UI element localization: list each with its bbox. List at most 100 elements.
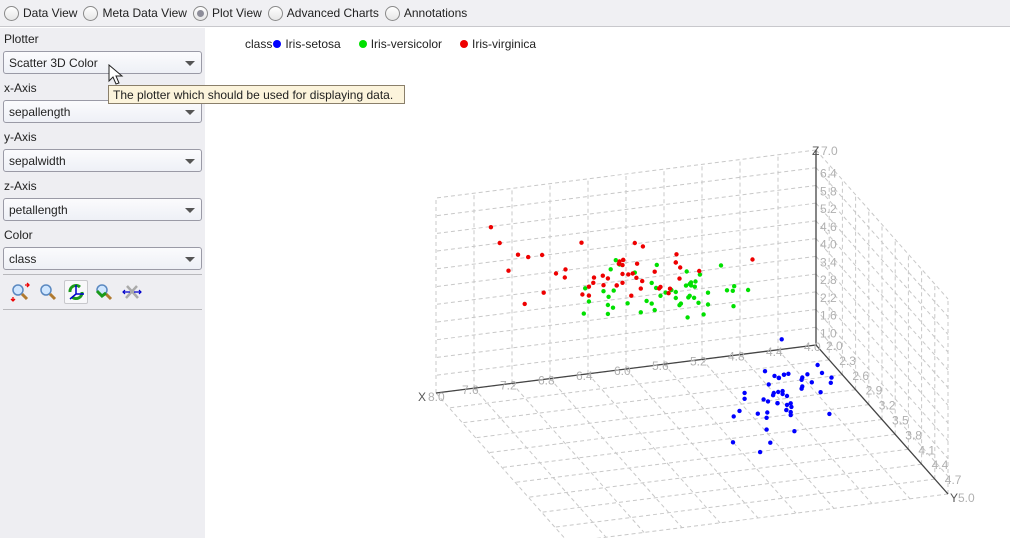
z-tick-label: 4.6	[820, 220, 837, 234]
data-point-iris-versicolor	[724, 288, 730, 293]
floor-gridline	[595, 493, 949, 538]
x-tick-label: 7.6	[462, 383, 479, 397]
data-point-iris-versicolor	[605, 311, 611, 317]
data-point-iris-setosa	[788, 409, 793, 415]
data-point-iris-virginica	[632, 240, 637, 246]
data-point-iris-setosa	[764, 415, 769, 420]
back-gridline	[435, 238, 817, 288]
data-point-iris-virginica	[666, 291, 671, 296]
data-point-iris-virginica	[497, 240, 502, 246]
x-tick-label: 5.2	[690, 354, 707, 368]
data-point-iris-versicolor	[649, 301, 654, 306]
data-point-iris-virginica	[591, 275, 597, 280]
data-point-iris-virginica	[617, 259, 622, 264]
y-tick-label: 5.0	[958, 491, 975, 505]
data-point-iris-setosa	[788, 401, 793, 406]
data-point-iris-virginica	[620, 271, 625, 277]
data-point-iris-virginica	[620, 280, 625, 285]
x-tick-label: 4.8	[728, 350, 745, 364]
data-point-iris-versicolor	[732, 284, 737, 289]
data-point-iris-versicolor	[625, 301, 630, 306]
data-point-iris-versicolor	[581, 311, 586, 316]
x-tick-label: 6.8	[538, 374, 555, 388]
data-point-iris-virginica	[562, 275, 567, 280]
data-point-iris-versicolor	[638, 310, 643, 315]
data-point-iris-virginica	[541, 290, 546, 295]
data-point-iris-virginica	[586, 284, 592, 289]
data-point-iris-virginica	[677, 276, 682, 281]
data-point-iris-setosa	[772, 373, 777, 379]
floor-gridline	[511, 383, 645, 533]
data-point-iris-virginica	[600, 273, 605, 278]
data-point-iris-versicolor	[658, 293, 663, 298]
data-point-iris-setosa	[731, 414, 736, 419]
data-point-iris-virginica	[674, 252, 679, 257]
data-point-iris-versicolor	[605, 302, 611, 308]
back-gridline	[435, 167, 817, 217]
data-point-iris-virginica	[526, 254, 531, 260]
y-axis-title: Y	[950, 491, 958, 505]
data-point-iris-setosa	[742, 396, 747, 401]
data-point-iris-setosa	[786, 371, 791, 376]
x-tick-label: 5.6	[652, 359, 669, 373]
data-point-iris-setosa	[766, 382, 771, 387]
scatter-3d-plot[interactable]: 4.0 4.4 4.8 5.2 5.6 6.0 6.4 6.8 7.2 7.6 X 8.0 2.02.3…	[0, 0, 1010, 538]
x-tick-label: 7.2	[500, 378, 517, 392]
data-point-iris-versicolor	[586, 299, 592, 304]
data-point-iris-setosa	[762, 369, 768, 374]
data-point-iris-setosa	[779, 337, 784, 342]
data-point-iris-versicolor	[731, 304, 736, 309]
data-point-iris-versicolor	[678, 301, 684, 306]
data-point-iris-setosa	[765, 410, 770, 415]
data-point-iris-setosa	[805, 372, 810, 377]
data-point-iris-setosa	[809, 380, 814, 385]
data-point-iris-setosa	[784, 393, 790, 399]
z-tick-label: 3.4	[820, 255, 837, 269]
data-point-iris-virginica	[580, 292, 585, 297]
data-point-iris-setosa	[819, 370, 825, 376]
data-point-iris-versicolor	[611, 288, 616, 293]
data-point-iris-versicolor	[649, 280, 654, 286]
data-point-iris-versicolor	[652, 307, 657, 313]
data-point-iris-versicolor	[684, 269, 689, 274]
data-point-iris-setosa	[800, 375, 805, 380]
z-tick-label: 2.8	[820, 273, 837, 287]
data-point-iris-versicolor	[705, 302, 711, 307]
y-tick-label: 3.8	[905, 428, 922, 442]
data-point-iris-virginica	[586, 293, 592, 298]
data-point-iris-virginica	[678, 265, 683, 270]
data-point-iris-versicolor	[606, 294, 611, 299]
data-point-iris-versicolor	[701, 312, 706, 317]
z-tick-label: 1.0	[820, 326, 837, 340]
y-tick-label: 4.7	[945, 473, 962, 487]
data-point-iris-versicolor	[687, 293, 692, 298]
data-point-iris-virginica	[515, 252, 521, 257]
data-point-iris-virginica	[591, 280, 596, 285]
data-point-iris-versicolor	[692, 284, 697, 289]
data-point-iris-versicolor	[683, 283, 689, 288]
x-tick-label: 4.4	[766, 345, 783, 359]
data-point-iris-virginica	[667, 286, 673, 291]
data-point-iris-versicolor	[696, 300, 701, 305]
data-point-iris-setosa	[755, 411, 760, 416]
data-point-iris-setosa	[781, 372, 787, 377]
z-tick-label: 4.0	[820, 238, 837, 252]
tooltip: The plotter which should be used for dis…	[108, 85, 405, 104]
z-axis-title: Z	[812, 144, 819, 158]
data-point-iris-setosa	[776, 375, 782, 381]
data-point-iris-setosa	[799, 386, 804, 391]
data-point-iris-virginica	[673, 260, 678, 265]
data-point-iris-setosa	[784, 407, 789, 413]
data-point-iris-versicolor	[718, 263, 724, 268]
y-tick-label: 2.9	[866, 384, 883, 398]
z-tick-label: 7.0	[821, 144, 838, 158]
data-point-iris-virginica	[626, 272, 631, 277]
data-point-iris-virginica	[563, 267, 568, 272]
data-point-iris-versicolor	[644, 298, 649, 304]
data-point-iris-versicolor	[673, 289, 678, 295]
x-axis-title: X	[418, 390, 426, 404]
floor-gridline	[587, 373, 721, 524]
data-point-iris-setosa	[776, 389, 781, 395]
data-point-iris-setosa	[829, 375, 834, 380]
mouse-cursor-icon	[108, 64, 124, 85]
